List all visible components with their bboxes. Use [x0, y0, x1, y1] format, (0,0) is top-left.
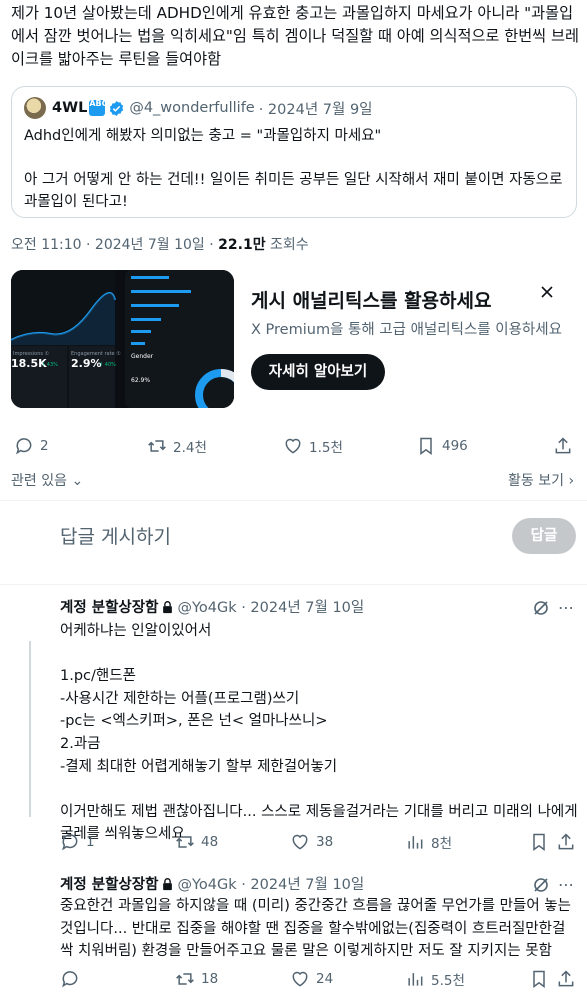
bookmark-action[interactable]: 496	[416, 436, 468, 456]
bookmark-action[interactable]	[529, 969, 555, 989]
reply-header: 계정 분할상장함 @Yo4Gk · 2024년 7월 10일	[60, 873, 364, 894]
analytics-icon	[408, 836, 423, 849]
quoted-date[interactable]: · 2024년 7월 9일	[259, 98, 373, 119]
bookmark-icon	[533, 833, 545, 851]
related-label: 관련 있음	[11, 473, 67, 489]
promo-subtitle: X Premium을 통해 고급 애널리틱스를 이용하세요	[251, 322, 562, 338]
lock-icon	[163, 600, 173, 613]
repost-icon	[176, 836, 194, 848]
post-timestamp[interactable]: 오전 11:10 · 2024년 7월 10일 ·	[11, 237, 218, 253]
like-count: 38	[316, 834, 334, 850]
learn-more-button[interactable]: 자세히 알아보기	[251, 354, 385, 390]
post-meta: 오전 11:10 · 2024년 7월 10일 · 22.1만 조회수	[11, 234, 309, 254]
reply-header-icons: ⋯	[532, 875, 575, 894]
share-action[interactable]	[556, 832, 582, 852]
views-action[interactable]: 8천	[405, 832, 452, 852]
quoted-post-header: 4WL ABCD @4_wonderfullife · 2024년 7월 9일	[24, 97, 373, 119]
repost-action[interactable]: 48	[175, 832, 218, 852]
reply-author-name[interactable]: 계정 분할상장함	[60, 873, 158, 894]
reply-text: 어케하냐는 인알이있어서 1.pc/핸드폰 -사용시간 제한하는 어플(프로그램…	[60, 623, 578, 843]
post-text: 제가 10년 살아봤는데 ADHD인에게 유효한 충고는 과몰입하지 마세요가 …	[11, 4, 579, 68]
lock-icon	[163, 877, 173, 890]
more-icon[interactable]: ⋯	[558, 875, 575, 894]
bookmark-count: 496	[442, 438, 468, 454]
reply-action[interactable]	[60, 969, 86, 989]
heart-icon	[292, 971, 308, 987]
abcd-badge-icon: ABCD	[89, 100, 114, 116]
quoted-handle[interactable]: @4_wonderfullife	[129, 100, 254, 116]
views-count: 5.5천	[431, 973, 465, 989]
reply-author-name[interactable]: 계정 분할상장함	[60, 596, 158, 617]
bookmark-action[interactable]	[529, 832, 555, 852]
divider	[0, 584, 587, 585]
grok-icon[interactable]	[532, 599, 550, 617]
reply-handle[interactable]: @Yo4Gk · 2024년 7월 10일	[177, 596, 364, 617]
repost-count: 18	[201, 971, 219, 987]
repost-count: 48	[201, 834, 219, 850]
share-action[interactable]	[556, 969, 582, 989]
reply-icon	[16, 438, 32, 455]
views-action[interactable]: 5.5천	[405, 969, 465, 989]
reply-icon	[62, 834, 78, 851]
like-action[interactable]: 38	[290, 832, 333, 852]
views-count: 8천	[431, 836, 453, 852]
repost-action[interactable]: 18	[175, 969, 218, 989]
thread-line	[29, 641, 31, 817]
chevron-down-icon: ⌄	[71, 473, 84, 489]
bookmark-icon	[420, 437, 432, 455]
promo-title: 게시 애널리틱스를 활용하세요	[251, 290, 492, 312]
promo-stat2-delta: ↑ 40%	[99, 362, 116, 368]
reply-action[interactable]: 2	[14, 436, 49, 456]
reply-text: 중요한건 과몰입을 하지않을 때 (미리) 중간중간 흐름을 끊어줄 무언가를 …	[60, 898, 571, 960]
promo-stat2: 2.9%	[71, 357, 102, 370]
related-dropdown[interactable]: 관련 있음 ⌄	[11, 470, 83, 490]
like-action[interactable]: 1.5천	[283, 436, 343, 456]
view-activity-link[interactable]: 활동 보기 ›	[508, 470, 574, 490]
post-actions: 2 2.4천 1.5천 496	[0, 436, 587, 460]
grok-icon[interactable]	[532, 876, 550, 894]
promo-pct: 62.9%	[131, 377, 150, 384]
reply-header: 계정 분할상장함 @Yo4Gk · 2024년 7월 10일	[60, 596, 364, 617]
share-icon	[558, 833, 574, 850]
reply-header-icons: ⋯	[532, 598, 575, 617]
quoted-post[interactable]: 4WL ABCD @4_wonderfullife · 2024년 7월 9일 …	[11, 86, 577, 218]
reply-handle[interactable]: @Yo4Gk · 2024년 7월 10일	[177, 873, 364, 894]
like-count: 24	[316, 971, 334, 987]
promo-gender: Gender	[131, 353, 154, 360]
share-action[interactable]	[553, 436, 579, 456]
share-icon	[558, 970, 574, 987]
repost-action[interactable]: 2.4천	[147, 436, 207, 456]
bookmark-icon	[533, 970, 545, 988]
reply-submit-button[interactable]: 답글	[512, 518, 576, 554]
activity-label: 활동 보기	[508, 473, 564, 489]
repost-count: 2.4천	[173, 440, 207, 456]
reply-action[interactable]: 1	[60, 832, 95, 852]
heart-icon	[292, 834, 308, 850]
like-action[interactable]: 24	[290, 969, 333, 989]
reply-count: 1	[86, 834, 95, 850]
reply-input[interactable]: 답글 게시하기	[60, 522, 171, 549]
heart-icon	[285, 438, 301, 454]
share-icon	[555, 437, 571, 454]
close-icon[interactable]	[539, 284, 555, 300]
reply-count: 2	[40, 438, 49, 454]
chevron-right-icon: ›	[568, 473, 575, 489]
quoted-author-name[interactable]: 4WL	[52, 100, 87, 116]
repost-icon	[148, 440, 166, 452]
analytics-icon	[408, 973, 423, 986]
quoted-post-text: Adhd인에게 해봤자 의미없는 충고 = "과몰입하지 마세요" 아 그거 어…	[24, 128, 563, 210]
like-count: 1.5천	[309, 440, 343, 456]
divider	[0, 500, 587, 501]
promo-stat1-delta: ↑ 43%	[41, 362, 58, 368]
reply-icon	[62, 971, 78, 988]
view-count: 22.1만	[218, 237, 266, 253]
promo-image: Impressions ① 18.5K ↑ 43% Engagement rat…	[11, 270, 234, 408]
more-icon[interactable]: ⋯	[558, 598, 575, 617]
verified-icon	[110, 100, 124, 116]
quoted-avatar[interactable]	[24, 97, 46, 119]
analytics-promo: Impressions ① 18.5K ↑ 43% Engagement rat…	[11, 270, 577, 410]
repost-icon	[176, 973, 194, 985]
view-count-label: 조회수	[265, 237, 309, 253]
